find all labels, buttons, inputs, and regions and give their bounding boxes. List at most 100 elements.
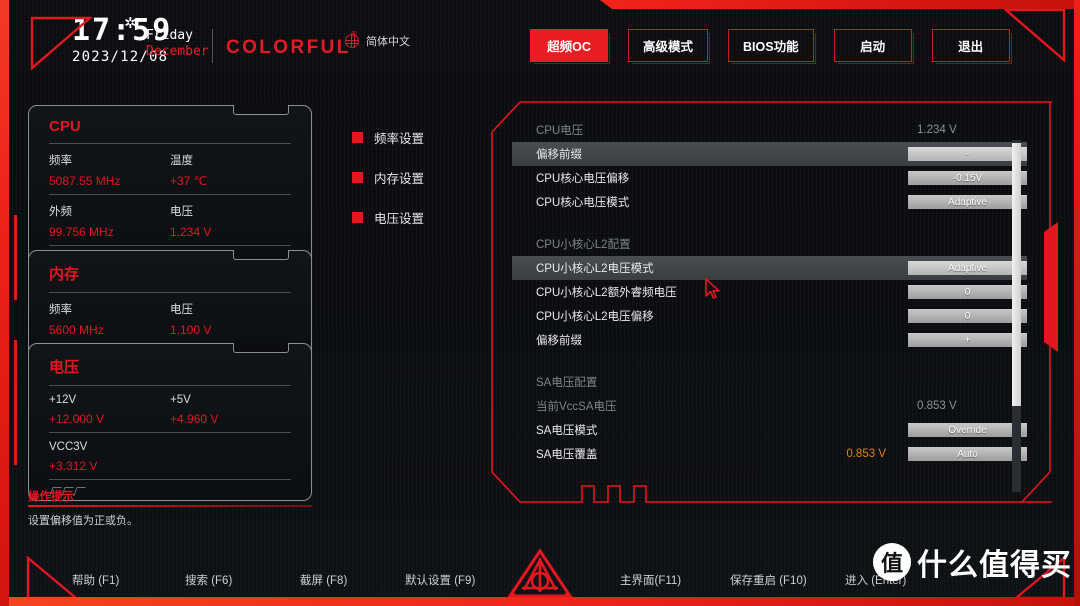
clock-month: December <box>146 44 209 59</box>
setting-label: SA电压模式 <box>536 425 598 437</box>
dropdown-value: - <box>965 148 970 160</box>
cell-label: VCC3V <box>49 441 88 453</box>
setting-row-core-voltage-offset[interactable]: CPU核心电压偏移 -0.15V <box>512 166 1027 190</box>
card-title: 内存 <box>49 266 80 283</box>
card-cell: 电压 1.234 V <box>170 203 291 239</box>
bullet-icon <box>352 172 363 183</box>
info-card-voltage: 电压 +12V +12.000 V +5V +4.960 V VCC3V +3.… <box>28 343 312 501</box>
globe-icon <box>344 33 359 48</box>
setting-row-l2-extra-turbo-voltage[interactable]: CPU小核心L2额外睿频电压 0 <box>512 280 1027 304</box>
card-cell: 温度 +37 ℃ <box>170 152 291 188</box>
corner-triangle-top-left <box>30 16 92 70</box>
setting-label: CPU核心电压模式 <box>536 197 630 209</box>
panel-accent-stripe <box>1044 222 1058 352</box>
setting-dropdown[interactable]: - <box>908 147 1027 161</box>
cell-value: +12.000 V <box>49 412 105 426</box>
tab-oc[interactable]: 超频OC <box>530 29 610 64</box>
card-cell: 频率 5087.55 MHz <box>49 152 170 188</box>
corner-triangle-top-right <box>1004 8 1066 62</box>
setting-dropdown[interactable]: Adaptive <box>908 195 1027 209</box>
setting-label: 当前VccSA电压 <box>536 401 617 413</box>
card-cell-empty <box>170 441 291 473</box>
cell-value: 5087.55 MHz <box>49 174 121 188</box>
setting-section-cpu-voltage: CPU电压 1.234 V <box>512 118 1027 142</box>
tab-boot[interactable]: 启动 <box>833 29 914 64</box>
footer-save-reboot[interactable]: 保存重启 (F10) <box>730 572 807 588</box>
card-cell: 频率 5600 MHz <box>49 301 170 337</box>
setting-value: 0.853 V <box>917 400 957 412</box>
setting-row-l2-voltage-mode[interactable]: CPU小核心L2电压模式 Adaptive <box>512 256 1027 280</box>
scrollbar-thumb[interactable] <box>1012 143 1021 406</box>
setting-row-l2-offset-prefix[interactable]: 偏移前缀 + <box>512 328 1027 352</box>
frame-edge-left <box>0 0 9 606</box>
setting-field[interactable]: 0 <box>908 285 1027 299</box>
menu-item-voltage[interactable]: 电压设置 <box>352 208 424 227</box>
footer-screenshot[interactable]: 截屏 (F8) <box>300 572 347 588</box>
setting-field[interactable]: Auto <box>908 447 1027 461</box>
watermark-badge: 值 <box>873 543 911 581</box>
card-cell: +12V +12.000 V <box>49 394 170 426</box>
frame-edge-bottom <box>0 597 1080 606</box>
setting-row-core-voltage-mode[interactable]: CPU核心电压模式 Adaptive <box>512 190 1027 214</box>
card-cell: 外频 99.756 MHz <box>49 203 170 239</box>
setting-dropdown[interactable]: Override <box>908 423 1027 437</box>
setting-row-l2-voltage-offset[interactable]: CPU小核心L2电压偏移 0 <box>512 304 1027 328</box>
cell-value: +37 ℃ <box>170 174 208 188</box>
setting-row-current-vccsa: 当前VccSA电压 0.853 V <box>512 394 1027 418</box>
card-row: 频率 5087.55 MHz 温度 +37 ℃ <box>29 144 311 194</box>
menu-item-memory[interactable]: 内存设置 <box>352 168 424 187</box>
card-row: 频率 5600 MHz 电压 1.100 V <box>29 293 311 343</box>
card-row: 外频 99.756 MHz 电压 1.234 V <box>29 195 311 245</box>
footer-search[interactable]: 搜索 (F6) <box>185 572 232 588</box>
cell-label: +5V <box>170 394 191 406</box>
language-label: 简体中文 <box>366 36 410 48</box>
card-cell: 电压 1.100 V <box>170 301 291 337</box>
dropdown-value: Adaptive <box>948 196 987 208</box>
dropdown-value: Adaptive <box>948 262 987 274</box>
setting-field[interactable]: 0 <box>908 309 1027 323</box>
cell-label: 电压 <box>170 304 193 316</box>
cell-label: +12V <box>49 394 77 406</box>
hint-title: 操作提示 <box>28 491 74 503</box>
cell-value: +3.312 V <box>49 459 98 473</box>
settings-list: CPU电压 1.234 V 偏移前缀 - CPU核心电压偏移 -0.15V CP… <box>512 118 1027 500</box>
header-bar: 17:59 2023/12/08 ✲ Friday December COLOR… <box>0 9 1080 85</box>
tab-advanced[interactable]: 高级模式 <box>628 29 711 64</box>
tab-exit[interactable]: 退出 <box>931 29 1012 64</box>
setting-dropdown[interactable]: + <box>908 333 1027 347</box>
cell-label: 外频 <box>49 206 72 218</box>
setting-section-sa-voltage: SA电压配置 <box>512 370 1027 394</box>
card-cell: VCC3V +3.312 V <box>49 441 170 473</box>
cell-value: 99.756 MHz <box>49 225 114 239</box>
setting-row-offset-prefix[interactable]: 偏移前缀 - <box>512 142 1027 166</box>
setting-label: CPU核心电压偏移 <box>536 173 630 185</box>
footer-help[interactable]: 帮助 (F1) <box>72 572 119 588</box>
cell-value: 1.100 V <box>170 323 212 337</box>
menu-item-label: 电压设置 <box>374 212 425 226</box>
setting-label: CPU小核心L2电压模式 <box>536 263 654 275</box>
setting-dropdown[interactable]: Adaptive <box>908 261 1027 275</box>
corner-triangle-bottom-left <box>26 556 78 600</box>
frame-edge-right <box>1074 0 1080 606</box>
footer-defaults[interactable]: 默认设置 (F9) <box>405 572 475 588</box>
setting-dropdown[interactable]: -0.15V <box>908 171 1027 185</box>
menu-item-frequency[interactable]: 频率设置 <box>352 128 424 147</box>
cell-label: 频率 <box>49 304 72 316</box>
setting-row-sa-voltage-mode[interactable]: SA电压模式 Override <box>512 418 1027 442</box>
setting-row-sa-voltage-override[interactable]: SA电压覆盖 0.853 V Auto <box>512 442 1027 466</box>
cell-label: 电压 <box>170 206 193 218</box>
field-value: 0 <box>964 310 971 322</box>
cell-value: +4.960 V <box>170 412 219 426</box>
setting-label: SA电压配置 <box>536 377 598 389</box>
tab-bios[interactable]: BIOS功能 <box>728 29 816 64</box>
frame-accent-bar <box>14 215 17 465</box>
footer-main-screen[interactable]: 主界面(F11) <box>620 572 681 588</box>
hint-body: 设置偏移值为正或负。 <box>28 515 138 527</box>
frame-edge-top <box>0 0 1080 9</box>
cell-label: 温度 <box>170 155 193 167</box>
language-selector[interactable]: 简体中文 <box>344 33 410 49</box>
